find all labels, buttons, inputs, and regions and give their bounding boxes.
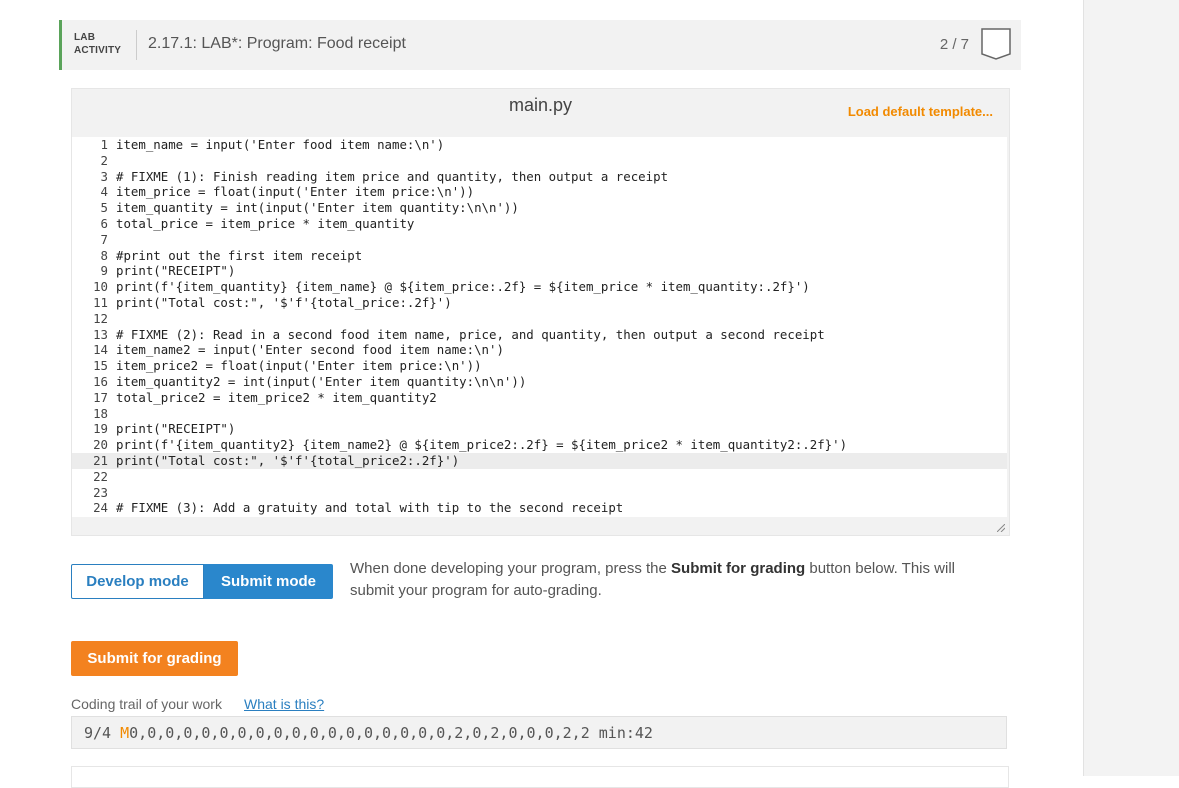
line-text: # FIXME (3): Add a gratuity and total wi…: [116, 500, 624, 516]
code-line[interactable]: 17 total_price2 = item_price2 * item_quan…: [72, 390, 1007, 406]
code-editor-panel: main.py Load default template... 1 item_n…: [71, 88, 1010, 536]
progress-count: 2 / 7: [939, 36, 969, 53]
code-line[interactable]: 1 item_name = input('Enter food item name…: [72, 137, 1007, 153]
line-text: item_quantity = int(input('Enter item qu…: [116, 200, 519, 216]
line-text: item_price2 = float(input('Enter item pr…: [116, 358, 482, 374]
line-number: 13: [93, 326, 108, 342]
line-text: # FIXME (2): Read in a second food item …: [116, 326, 825, 342]
what-is-this-link[interactable]: What is this?: [244, 696, 324, 712]
code-line[interactable]: 10 print(f'{item_quantity} {item_name} @ …: [72, 279, 1007, 295]
code-line[interactable]: 18: [72, 406, 1007, 422]
submit-mode-button[interactable]: Submit mode: [204, 564, 333, 599]
line-number: 1: [100, 137, 108, 152]
line-text: print(f'{item_quantity2} {item_name2} @ …: [116, 437, 848, 453]
develop-mode-button[interactable]: Develop mode: [71, 564, 204, 599]
load-default-template-link[interactable]: Load default template...: [848, 104, 993, 119]
line-text: print("Total cost:", '$'f'{total_price2:…: [116, 452, 460, 468]
code-line[interactable]: 16 item_quantity2 = int(input('Enter item…: [72, 374, 1007, 390]
code-line[interactable]: 14 item_name2 = input('Enter second food …: [72, 342, 1007, 358]
completion-badge-icon: [981, 28, 1011, 60]
activity-header: LAB ACTIVITY 2.17.1: LAB*: Program: Food…: [59, 20, 1021, 70]
line-text: item_name = input('Enter food item name:…: [116, 137, 445, 152]
line-number: 6: [100, 215, 108, 231]
line-number: 7: [100, 231, 108, 247]
lab-activity: LAB ACTIVITY 2.17.1: LAB*: Program: Food…: [59, 20, 1021, 788]
right-side-panel: [1083, 0, 1179, 776]
code-line[interactable]: 13 # FIXME (2): Read in a second food ite…: [72, 327, 1007, 343]
code-line[interactable]: 4 item_price = float(input('Enter item pr…: [72, 184, 1007, 200]
line-text: total_price = item_price * item_quantity: [116, 215, 415, 231]
line-number: 4: [100, 184, 108, 200]
activity-type-line1: LAB: [74, 32, 96, 43]
line-number: 8: [100, 247, 108, 263]
code-line[interactable]: 20 print(f'{item_quantity2} {item_name2} …: [72, 437, 1007, 453]
code-line[interactable]: 12: [72, 311, 1007, 327]
resize-handle-icon[interactable]: [997, 524, 1005, 532]
code-line[interactable]: 24 # FIXME (3): Add a gratuity and total …: [72, 500, 1007, 516]
code-line[interactable]: 11 print("Total cost:", '$'f'{total_price…: [72, 295, 1007, 311]
line-number: 9: [100, 263, 108, 279]
line-number: 16: [93, 373, 108, 389]
header-divider: [136, 30, 137, 60]
coding-trail-box: 9/4 M0,0,0,0,0,0,0,0,0,0,0,0,0,0,0,0,0,0…: [71, 716, 1007, 749]
code-line[interactable]: 8 #print out the first item receipt: [72, 248, 1007, 264]
line-number: 10: [93, 279, 108, 295]
activity-type-line2: ACTIVITY: [74, 45, 122, 56]
line-number: 23: [93, 484, 108, 500]
next-section-card: [71, 766, 1009, 788]
line-text: # FIXME (1): Finish reading item price a…: [116, 168, 669, 184]
code-line[interactable]: 9 print("RECEIPT"): [72, 263, 1007, 279]
line-text: item_quantity2 = int(input('Enter item q…: [116, 373, 527, 389]
line-number: 21: [93, 452, 108, 468]
line-number: 11: [93, 294, 108, 310]
activity-title: 2.17.1: LAB*: Program: Food receipt: [148, 35, 406, 52]
line-number: 3: [100, 168, 108, 184]
line-text: total_price2 = item_price2 * item_quanti…: [116, 389, 437, 405]
code-line[interactable]: 23: [72, 485, 1007, 501]
line-text: print(f'{item_quantity} {item_name} @ ${…: [116, 279, 810, 295]
line-text: print("Total cost:", '$'f'{total_price:.…: [116, 294, 452, 310]
line-number: 22: [93, 468, 108, 484]
code-line[interactable]: 2: [72, 153, 1007, 169]
mode-description: When done developing your program, press…: [350, 560, 956, 599]
line-number: 17: [93, 389, 108, 405]
code-line[interactable]: 22: [72, 469, 1007, 485]
line-text: print("RECEIPT"): [116, 263, 236, 279]
code-editor[interactable]: 1 item_name = input('Enter food item name…: [72, 137, 1007, 517]
code-line[interactable]: 3 # FIXME (1): Finish reading item price …: [72, 169, 1007, 185]
line-number: 5: [100, 200, 108, 216]
line-number: 24: [93, 500, 108, 516]
line-number: 14: [93, 342, 108, 358]
code-line[interactable]: 6 total_price = item_price * item_quantit…: [72, 216, 1007, 232]
code-line[interactable]: 7: [72, 232, 1007, 248]
code-line[interactable]: 21 print("Total cost:", '$'f'{total_price…: [72, 452, 1007, 469]
line-number: 20: [93, 437, 108, 453]
line-text: #print out the first item receipt: [116, 247, 363, 263]
line-text: item_name2 = input('Enter second food it…: [116, 342, 504, 358]
line-number: 19: [93, 421, 108, 437]
activity-type-label: LAB ACTIVITY: [74, 31, 121, 57]
line-number: 2: [100, 152, 108, 168]
line-number: 15: [93, 358, 108, 374]
code-line[interactable]: 5 item_quantity = int(input('Enter item q…: [72, 200, 1007, 216]
code-line[interactable]: 15 item_price2 = float(input('Enter item …: [72, 358, 1007, 374]
coding-trail-label: Coding trail of your work: [71, 696, 222, 712]
line-text: print("RECEIPT"): [116, 421, 236, 437]
line-number: 12: [93, 310, 108, 326]
line-text: item_price = float(input('Enter item pri…: [116, 184, 475, 200]
mode-toggle: Develop mode Submit mode: [71, 564, 333, 599]
line-number: 18: [93, 405, 108, 421]
code-line[interactable]: 19 print("RECEIPT"): [72, 421, 1007, 437]
submit-for-grading-button[interactable]: Submit for grading: [71, 641, 238, 676]
